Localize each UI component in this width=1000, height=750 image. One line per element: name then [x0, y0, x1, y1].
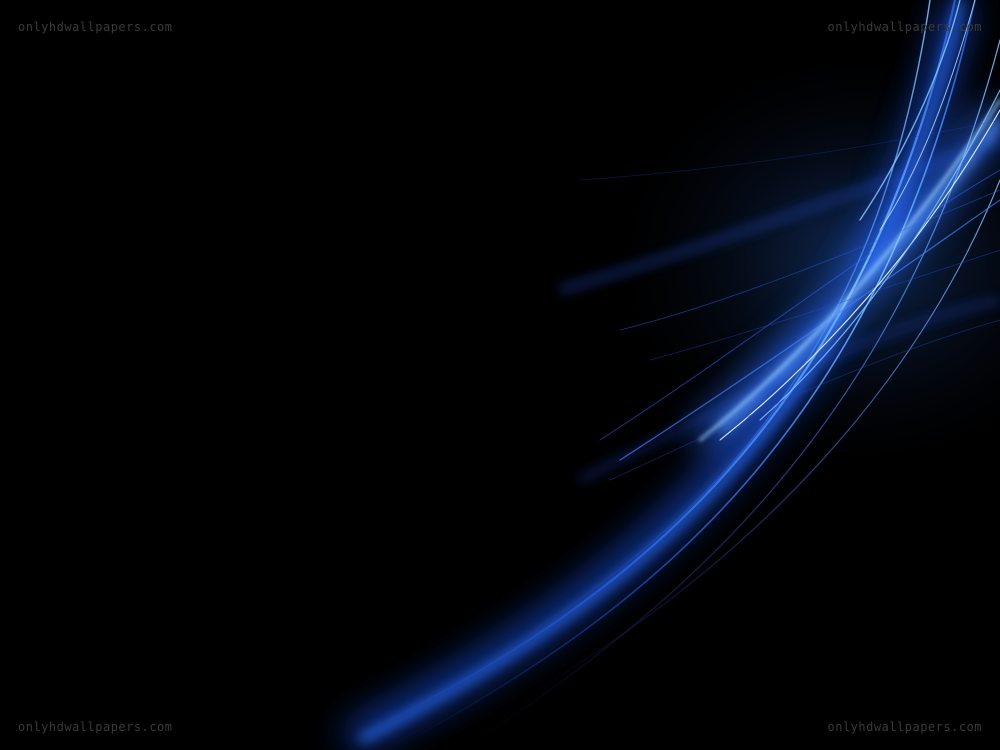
watermark-top-right: onlyhdwallpapers.com [827, 20, 982, 34]
watermark-bottom-right: onlyhdwallpapers.com [827, 720, 982, 734]
blue-light-streaks [338, 0, 1000, 750]
watermark-top-left: onlyhdwallpapers.com [18, 20, 173, 34]
watermark-bottom-left: onlyhdwallpapers.com [18, 720, 173, 734]
wallpaper: onlyhdwallpapers.com onlyhdwallpapers.co… [0, 0, 1000, 750]
